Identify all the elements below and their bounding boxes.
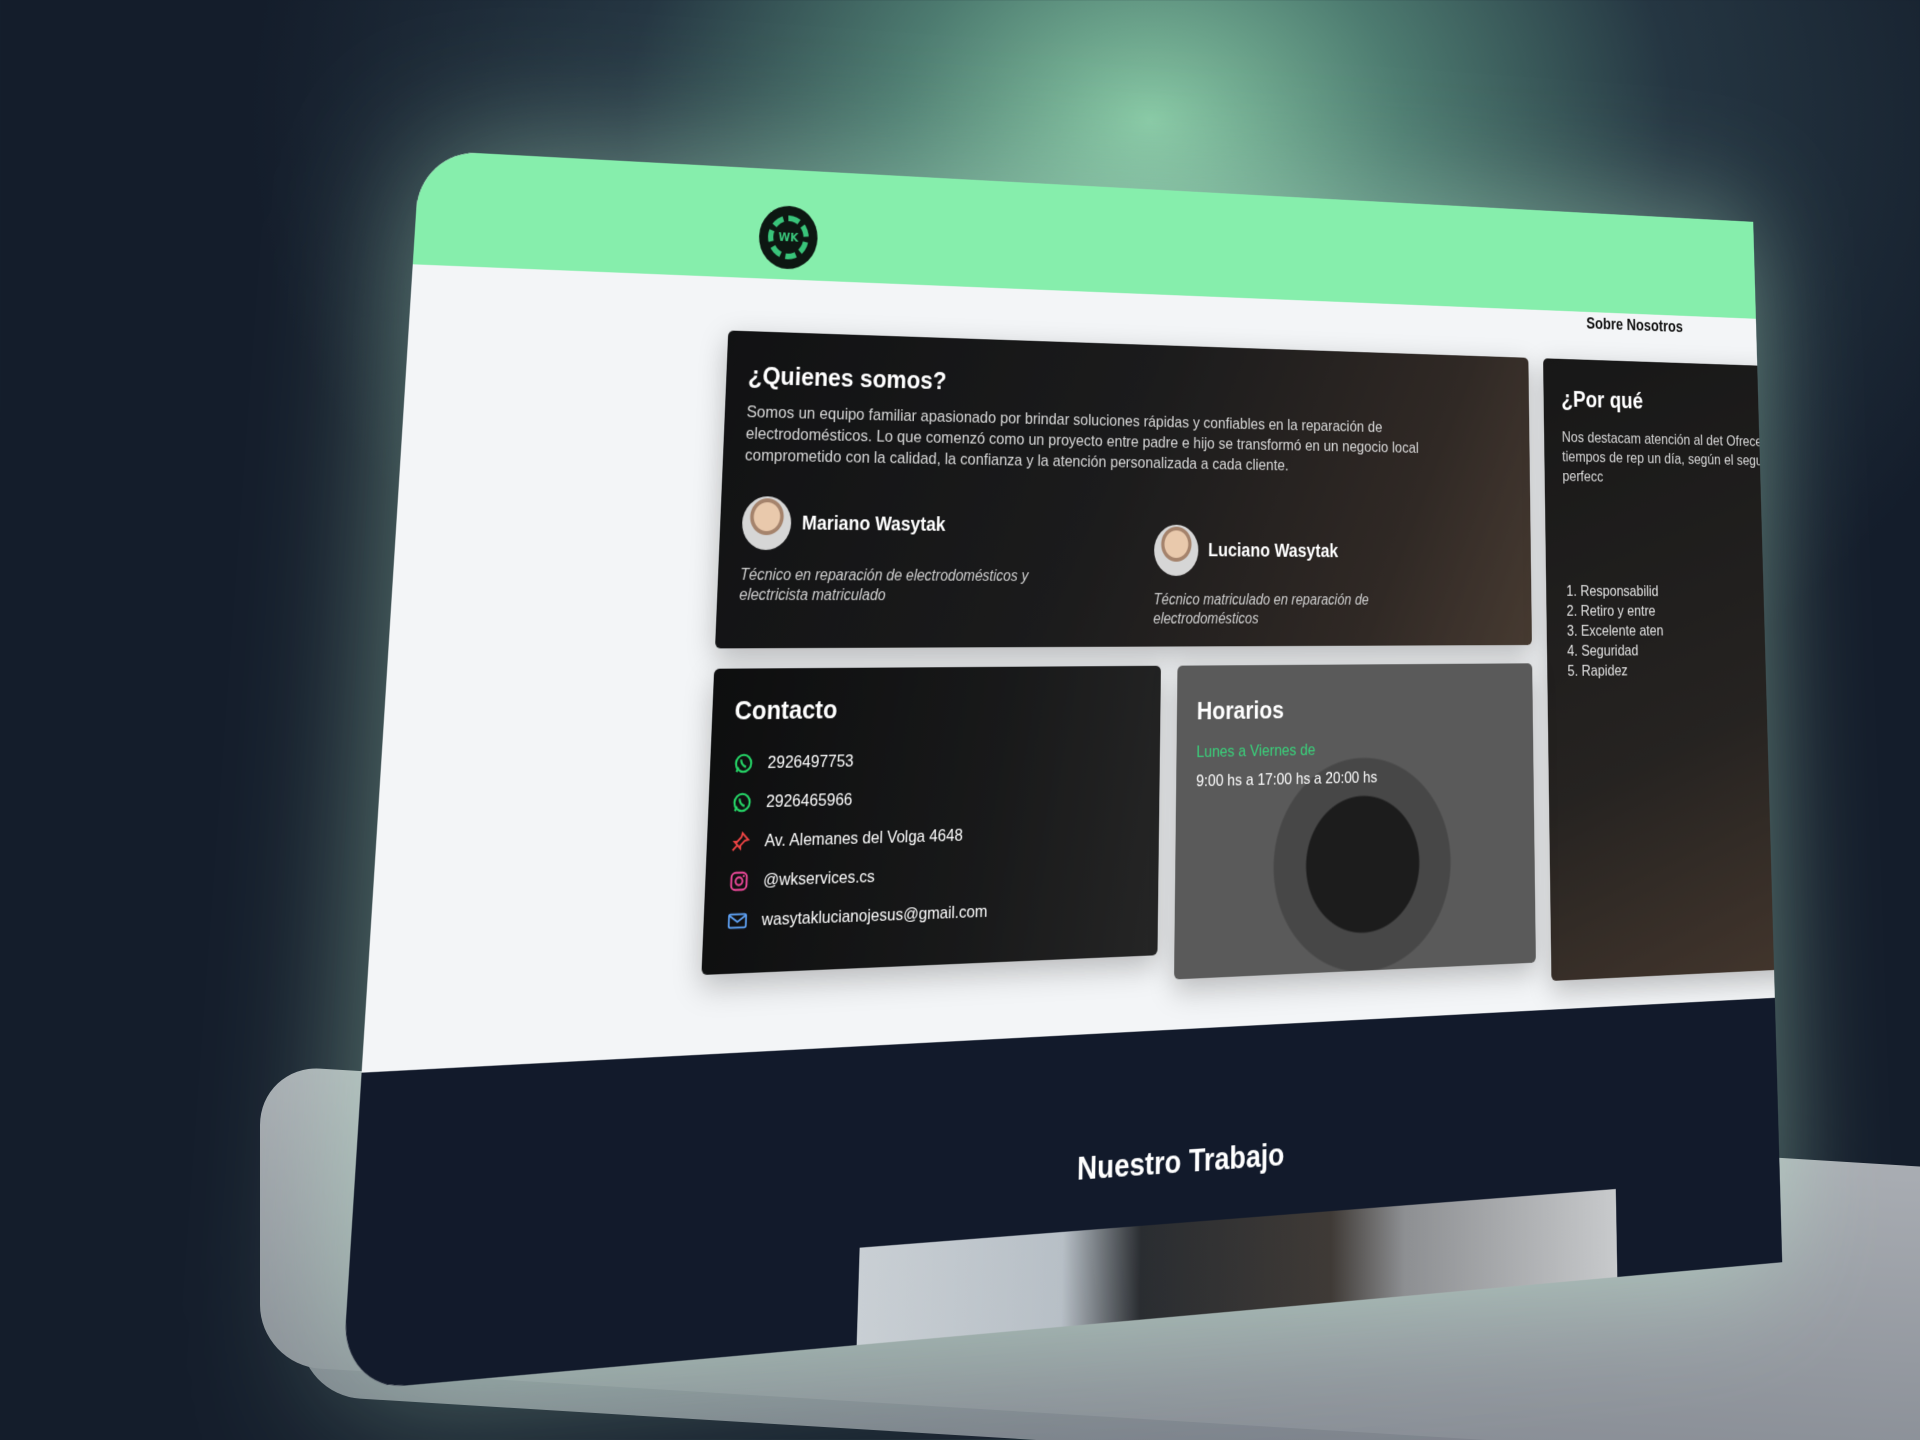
- mail-icon: [726, 908, 749, 934]
- whatsapp-icon: [732, 751, 755, 776]
- why-list: Responsabilid Retiro y entre Excelente a…: [1564, 581, 1665, 681]
- contact-text: 2926497753: [767, 751, 854, 773]
- nav-item-sobre-nosotros[interactable]: Sobre Nosotros: [1586, 314, 1683, 336]
- logo[interactable]: WK: [758, 205, 819, 271]
- about-title: ¿Quienes somos?: [748, 360, 947, 396]
- why-list-item: Rapidez: [1581, 661, 1664, 682]
- header-bar: WK Sobre Nosotros: [413, 150, 1756, 319]
- work-section-title: Nuestro Trabajo: [1077, 1136, 1285, 1188]
- person-name: Luciano Wasytak: [1208, 540, 1338, 563]
- pin-icon: [729, 829, 752, 854]
- hours-card: Horarios Lunes a Viernes de 9:00 hs a 17…: [1174, 663, 1536, 979]
- contact-item-phone-2[interactable]: 2926465966: [730, 778, 990, 823]
- why-card: ¿Por qué Nos destacam atención al det Of…: [1543, 358, 1782, 981]
- contact-text: @wkservices.cs: [763, 867, 875, 891]
- hours-days: Lunes a Viernes de: [1196, 741, 1315, 762]
- why-list-item: Excelente aten: [1581, 621, 1664, 641]
- person-name: Mariano Wasytak: [801, 513, 945, 537]
- person-role: Técnico en reparación de electrodoméstic…: [739, 566, 1074, 606]
- whatsapp-icon: [730, 790, 753, 815]
- why-text: Nos destacam atención al det Ofrecemos s…: [1562, 428, 1783, 491]
- why-list-item: Seguridad: [1581, 641, 1664, 661]
- avatar: [1154, 525, 1199, 576]
- contact-text: wasytaklucianojesus@gmail.com: [761, 902, 987, 931]
- contact-text: 2926465966: [766, 790, 853, 812]
- why-list-item: Retiro y entre: [1581, 601, 1664, 621]
- contact-item-phone-1[interactable]: 2926497753: [732, 740, 992, 783]
- gear-logo-icon: WK: [767, 215, 809, 261]
- contact-title: Contacto: [734, 694, 838, 727]
- hours-title: Horarios: [1197, 695, 1284, 726]
- contact-list: 2926497753 2926465966 Av. Alemanes del V…: [725, 740, 991, 941]
- instagram-icon: [727, 868, 750, 894]
- about-card: ¿Quienes somos? Somos un equipo familiar…: [715, 330, 1532, 648]
- logo-text: WK: [778, 230, 798, 244]
- website-page: WK Sobre Nosotros ¿Quienes somos? Somos …: [341, 150, 1782, 1391]
- contact-card: Contacto 2926497753 2926465966 Av. Alema…: [701, 666, 1161, 975]
- why-title: ¿Por qué: [1561, 385, 1643, 415]
- contact-text: Av. Alemanes del Volga 4648: [764, 826, 963, 852]
- why-list-item: Responsabilid: [1580, 581, 1663, 601]
- person-role: Técnico matriculado en reparación de ele…: [1153, 591, 1456, 629]
